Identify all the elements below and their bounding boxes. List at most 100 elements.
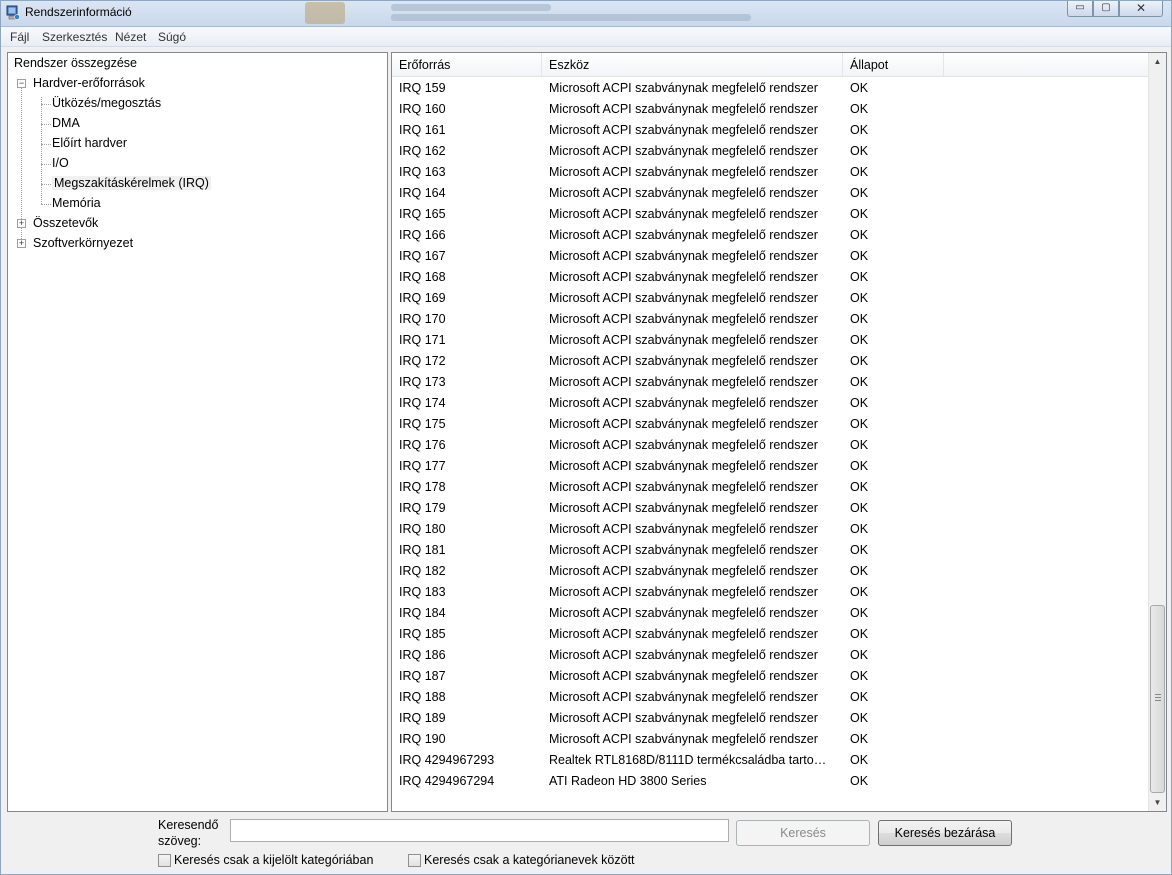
table-row[interactable]: IRQ 187 Microsoft ACPI szabványnak megfel… [392, 666, 1147, 687]
cell-device: Microsoft ACPI szabványnak megfelelő ren… [549, 543, 818, 557]
table-row[interactable]: IRQ 166 Microsoft ACPI szabványnak megfel… [392, 225, 1147, 246]
table-row[interactable]: IRQ 186 Microsoft ACPI szabványnak megfel… [392, 645, 1147, 666]
table-row[interactable]: IRQ 160 Microsoft ACPI szabványnak megfel… [392, 99, 1147, 120]
search-button[interactable]: Keresés [736, 820, 870, 846]
cell-status: OK [850, 396, 869, 410]
cell-resource: IRQ 175 [399, 417, 446, 431]
column-header-status[interactable]: Állapot [843, 53, 944, 77]
cell-resource: IRQ 189 [399, 711, 446, 725]
table-row[interactable]: IRQ 181 Microsoft ACPI szabványnak megfel… [392, 540, 1147, 561]
table-row[interactable]: IRQ 161 Microsoft ACPI szabványnak megfel… [392, 120, 1147, 141]
cell-device: Microsoft ACPI szabványnak megfelelő ren… [549, 333, 818, 347]
menu-file[interactable]: Fájl [10, 30, 29, 44]
table-row[interactable]: IRQ 164 Microsoft ACPI szabványnak megfel… [392, 183, 1147, 204]
window-title: Rendszerinformáció [25, 5, 132, 19]
table-row[interactable]: IRQ 189 Microsoft ACPI szabványnak megfel… [392, 708, 1147, 729]
table-row[interactable]: IRQ 167 Microsoft ACPI szabványnak megfel… [392, 246, 1147, 267]
tree-item-conflicts[interactable]: Ütközés/megosztás [52, 94, 161, 112]
cell-device: Microsoft ACPI szabványnak megfelelő ren… [549, 396, 818, 410]
table-row[interactable]: IRQ 178 Microsoft ACPI szabványnak megfel… [392, 477, 1147, 498]
table-row[interactable]: IRQ 188 Microsoft ACPI szabványnak megfel… [392, 687, 1147, 708]
tree-item-io[interactable]: I/O [52, 154, 69, 172]
minimize-button[interactable]: ▭ [1067, 1, 1093, 17]
cell-resource: IRQ 180 [399, 522, 446, 536]
category-tree[interactable]: Rendszer összegzése − Hardver-erőforráso… [7, 52, 388, 812]
cell-status: OK [850, 648, 869, 662]
scroll-thumb[interactable] [1150, 605, 1165, 793]
table-row[interactable]: IRQ 185 Microsoft ACPI szabványnak megfel… [392, 624, 1147, 645]
menu-help[interactable]: Súgó [158, 30, 186, 44]
maximize-button[interactable]: ▢ [1093, 1, 1119, 17]
cell-resource: IRQ 187 [399, 669, 446, 683]
table-row[interactable]: IRQ 171 Microsoft ACPI szabványnak megfel… [392, 330, 1147, 351]
tree-item-label: Összetevők [33, 216, 99, 230]
table-row[interactable]: IRQ 184 Microsoft ACPI szabványnak megfel… [392, 603, 1147, 624]
tree-item-label: DMA [52, 116, 80, 130]
minimize-icon: ▭ [1075, 2, 1085, 13]
cell-status: OK [850, 438, 869, 452]
close-icon: ✕ [1135, 1, 1147, 15]
table-row[interactable]: IRQ 4294967293 Realtek RTL8168D/8111D ter… [392, 750, 1147, 771]
tree-item-forced-hardware[interactable]: Előírt hardver [52, 134, 127, 152]
table-row[interactable]: IRQ 179 Microsoft ACPI szabványnak megfel… [392, 498, 1147, 519]
cell-device: Microsoft ACPI szabványnak megfelelő ren… [549, 732, 818, 746]
cell-status: OK [850, 459, 869, 473]
tree-item-hardware-resources[interactable]: Hardver-erőforrások [33, 74, 145, 92]
close-button[interactable]: ✕ [1119, 1, 1163, 17]
tree-item-components[interactable]: Összetevők [33, 214, 98, 232]
cell-device: Microsoft ACPI szabványnak megfelelő ren… [549, 606, 818, 620]
table-row[interactable]: IRQ 180 Microsoft ACPI szabványnak megfel… [392, 519, 1147, 540]
column-header-resource[interactable]: Erőforrás [392, 53, 542, 77]
cell-device: Microsoft ACPI szabványnak megfelelő ren… [549, 186, 818, 200]
cell-status: OK [850, 690, 869, 704]
table-row[interactable]: IRQ 175 Microsoft ACPI szabványnak megfel… [392, 414, 1147, 435]
cell-status: OK [850, 249, 869, 263]
title-bar[interactable]: Rendszerinformáció ▭ ▢ ✕ [1, 1, 1171, 27]
close-search-button[interactable]: Keresés bezárása [878, 820, 1012, 846]
menu-view[interactable]: Nézet [115, 30, 146, 44]
expand-icon[interactable]: + [17, 219, 26, 228]
expand-icon[interactable]: + [17, 239, 26, 248]
table-row[interactable]: IRQ 159 Microsoft ACPI szabványnak megfel… [392, 78, 1147, 99]
tree-item-irqs[interactable]: Megszakításkérelmek (IRQ) [52, 174, 211, 192]
table-row[interactable]: IRQ 182 Microsoft ACPI szabványnak megfel… [392, 561, 1147, 582]
table-row[interactable]: IRQ 177 Microsoft ACPI szabványnak megfel… [392, 456, 1147, 477]
column-header-device[interactable]: Eszköz [542, 53, 843, 77]
table-row[interactable]: IRQ 176 Microsoft ACPI szabványnak megfel… [392, 435, 1147, 456]
menu-edit[interactable]: Szerkesztés [42, 30, 107, 44]
table-row[interactable]: IRQ 163 Microsoft ACPI szabványnak megfel… [392, 162, 1147, 183]
table-row[interactable]: IRQ 174 Microsoft ACPI szabványnak megfel… [392, 393, 1147, 414]
cell-status: OK [850, 732, 869, 746]
checkbox-box[interactable] [158, 854, 171, 867]
scroll-up-icon[interactable]: ▲ [1149, 53, 1166, 70]
tree-item-label: Hardver-erőforrások [33, 76, 145, 90]
cell-resource: IRQ 171 [399, 333, 446, 347]
table-row[interactable]: IRQ 173 Microsoft ACPI szabványnak megfel… [392, 372, 1147, 393]
table-row[interactable]: IRQ 183 Microsoft ACPI szabványnak megfel… [392, 582, 1147, 603]
tree-item-system-summary[interactable]: Rendszer összegzése [14, 54, 137, 72]
table-row[interactable]: IRQ 162 Microsoft ACPI szabványnak megfel… [392, 141, 1147, 162]
cell-device: ATI Radeon HD 3800 Series [549, 774, 707, 788]
search-input[interactable] [230, 819, 729, 842]
tree-item-dma[interactable]: DMA [52, 114, 80, 132]
cell-resource: IRQ 179 [399, 501, 446, 515]
cell-resource: IRQ 178 [399, 480, 446, 494]
tree-item-memory[interactable]: Memória [52, 194, 101, 212]
cell-status: OK [850, 207, 869, 221]
table-row[interactable]: IRQ 169 Microsoft ACPI szabványnak megfel… [392, 288, 1147, 309]
table-row[interactable]: IRQ 172 Microsoft ACPI szabványnak megfel… [392, 351, 1147, 372]
table-row[interactable]: IRQ 165 Microsoft ACPI szabványnak megfel… [392, 204, 1147, 225]
details-list[interactable]: Erőforrás Eszköz Állapot IRQ 159 Microsof… [391, 52, 1167, 812]
table-row[interactable]: IRQ 170 Microsoft ACPI szabványnak megfel… [392, 309, 1147, 330]
collapse-icon[interactable]: − [17, 79, 26, 88]
scroll-down-icon[interactable]: ▼ [1149, 794, 1166, 811]
cell-device: Microsoft ACPI szabványnak megfelelő ren… [549, 417, 818, 431]
table-row[interactable]: IRQ 4294967294 ATI Radeon HD 3800 Series O… [392, 771, 1147, 792]
cell-resource: IRQ 164 [399, 186, 446, 200]
checkbox-box[interactable] [408, 854, 421, 867]
vertical-scrollbar[interactable]: ▲ ▼ [1148, 53, 1166, 811]
table-row[interactable]: IRQ 190 Microsoft ACPI szabványnak megfel… [392, 729, 1147, 750]
tree-item-software-environment[interactable]: Szoftverkörnyezet [33, 234, 133, 252]
table-row[interactable]: IRQ 168 Microsoft ACPI szabványnak megfel… [392, 267, 1147, 288]
cell-device: Microsoft ACPI szabványnak megfelelő ren… [549, 249, 818, 263]
